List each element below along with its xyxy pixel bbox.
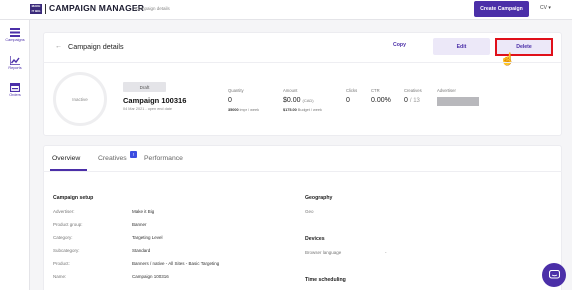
back-arrow-icon[interactable]: ← bbox=[55, 43, 62, 50]
geo-label: Geo bbox=[305, 209, 314, 214]
creatives-alert-badge: ! bbox=[130, 151, 137, 158]
time-scheduling-title: Time scheduling bbox=[305, 277, 346, 283]
clicks-value: 0 bbox=[346, 97, 350, 104]
setup-row-value: Campaign 100316 bbox=[132, 274, 169, 279]
tab-performance[interactable]: Performance bbox=[144, 155, 183, 162]
sidebar-item-label: Reports bbox=[8, 66, 22, 70]
tab-creatives[interactable]: Creatives bbox=[98, 155, 127, 162]
breadcrumb: Campaign details bbox=[135, 6, 170, 11]
browser-language-value: - bbox=[385, 250, 387, 255]
sidebar: Campaigns Reports Orders bbox=[0, 20, 30, 290]
list-icon bbox=[10, 28, 20, 37]
setup-row-label: Name: bbox=[53, 274, 67, 279]
geography-title: Geography bbox=[305, 195, 333, 201]
tabs-divider bbox=[43, 171, 562, 172]
logo-divider bbox=[45, 4, 46, 14]
chevron-down-icon: ▾ bbox=[548, 5, 551, 11]
campaign-name: Campaign 100316 bbox=[123, 96, 187, 105]
ctr-value: 0.00% bbox=[371, 97, 391, 104]
advertiser-label: Advertiser bbox=[437, 88, 456, 93]
status-text: Inactive bbox=[72, 96, 88, 102]
browser-language-label: Browser language bbox=[305, 250, 342, 255]
chat-button[interactable] bbox=[542, 263, 566, 287]
sidebar-item-campaigns[interactable]: Campaigns bbox=[0, 28, 30, 42]
sidebar-item-label: Campaigns bbox=[5, 38, 25, 42]
setup-row-label: Product: bbox=[53, 261, 70, 266]
setup-row-value: Standard bbox=[132, 248, 151, 253]
status-badge: Draft bbox=[123, 82, 166, 92]
sidebar-item-orders[interactable]: Orders bbox=[0, 83, 30, 97]
setup-row-label: Advertiser: bbox=[53, 209, 75, 214]
status-circle: Inactive bbox=[53, 72, 107, 126]
amount-value: $0.00 (CAD) bbox=[283, 97, 314, 104]
quantity-sub: 35000 impr / week bbox=[228, 108, 260, 112]
ctr-label: CTR bbox=[371, 88, 380, 93]
campaign-setup-title: Campaign setup bbox=[53, 195, 94, 201]
quantity-value: 0 bbox=[228, 97, 232, 104]
logo[interactable]: MAKE IT BIG bbox=[30, 4, 42, 14]
campaign-dates: 04 Mar 2021 - open end date bbox=[123, 107, 172, 111]
setup-row-label: Subcategory: bbox=[53, 248, 80, 253]
page-title: Campaign details bbox=[68, 42, 124, 51]
setup-row-value: Banners / native - All Sites - Basic Tar… bbox=[132, 261, 220, 266]
sidebar-item-reports[interactable]: Reports bbox=[0, 56, 30, 70]
setup-row-value: Banner bbox=[132, 222, 147, 227]
advertiser-redacted-value bbox=[437, 97, 479, 106]
hand-pointer-icon: ☝ bbox=[500, 52, 515, 66]
sidebar-item-label: Orders bbox=[9, 93, 21, 97]
amount-sub: $175.00 Budget / week bbox=[283, 108, 322, 112]
user-initials: CV bbox=[540, 5, 547, 11]
user-menu[interactable]: CV ▾ bbox=[540, 5, 551, 11]
clicks-label: Clicks bbox=[346, 88, 358, 93]
setup-row-label: Product group: bbox=[53, 222, 83, 227]
card-divider bbox=[43, 62, 562, 63]
tab-overview[interactable]: Overview bbox=[52, 155, 80, 162]
top-bar: MAKE IT BIG CAMPAIGN MANAGER Campaign de… bbox=[0, 0, 572, 20]
edit-button[interactable]: Edit bbox=[433, 38, 490, 55]
quantity-label: Quantity bbox=[228, 88, 244, 93]
setup-row-label: Category: bbox=[53, 235, 73, 240]
campaign-tabs-card bbox=[43, 145, 562, 290]
copy-button[interactable]: Copy bbox=[393, 42, 406, 48]
setup-row-value: Make it Big bbox=[132, 209, 155, 214]
chart-icon bbox=[10, 56, 20, 65]
create-campaign-button[interactable]: Create Campaign bbox=[474, 1, 529, 17]
active-tab-indicator bbox=[50, 169, 87, 171]
app-title: CAMPAIGN MANAGER bbox=[49, 3, 145, 13]
devices-title: Devices bbox=[305, 236, 325, 242]
creatives-label: Creatives bbox=[404, 88, 422, 93]
chat-icon bbox=[548, 270, 560, 279]
setup-row-value: Targeting Level bbox=[132, 235, 163, 240]
amount-label: Amount bbox=[283, 88, 298, 93]
orders-icon bbox=[10, 83, 20, 92]
creatives-value: 0 / 13 bbox=[404, 97, 420, 104]
